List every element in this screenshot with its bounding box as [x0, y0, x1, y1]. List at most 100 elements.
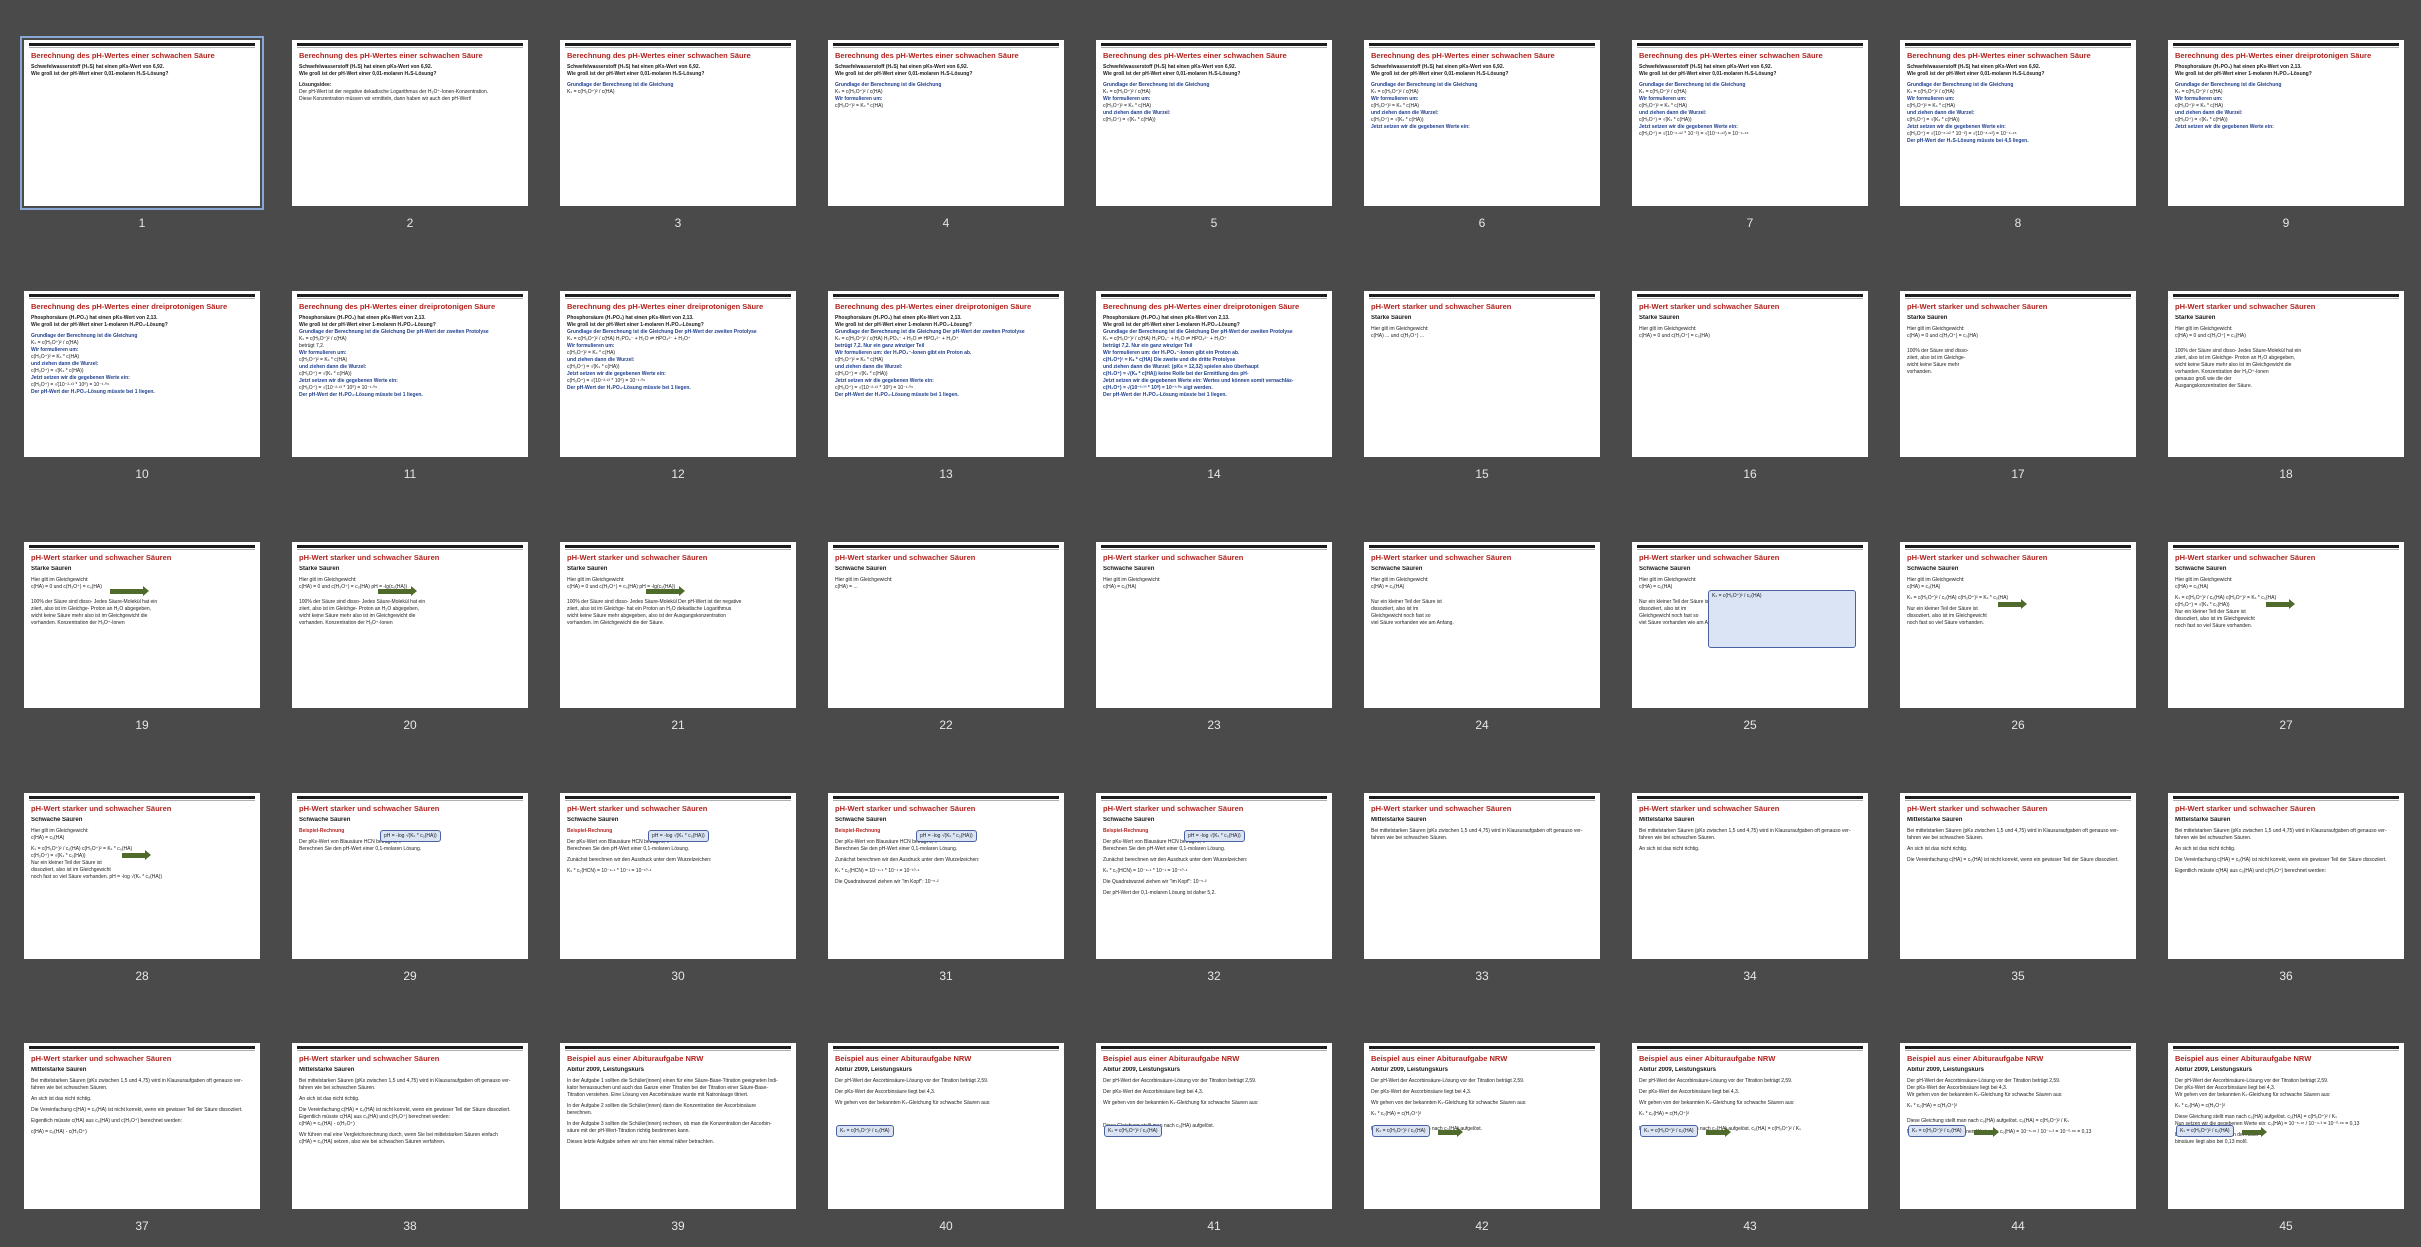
- slide-preview[interactable]: Beispiel aus einer Abituraufgabe NRW Abit…: [1632, 1043, 1868, 1209]
- slide-thumbnail-36[interactable]: pH-Wert starker und schwacher Säuren Mitt…: [2168, 793, 2404, 983]
- slide-thumbnail-23[interactable]: pH-Wert starker und schwacher Säuren Schw…: [1096, 542, 1332, 732]
- slide-text-line: Schwefelwasserstoff (H₂S) hat einen pKs-…: [1103, 64, 1236, 70]
- slide-text-line: Hier gilt im Gleichgewicht:: [1371, 577, 1429, 583]
- slide-text-line: Nur ein kleiner Teil der Säure ist: [31, 860, 102, 866]
- slide-preview[interactable]: Beispiel aus einer Abituraufgabe NRW Abit…: [1900, 1043, 2136, 1209]
- slide-thumbnail-44[interactable]: Beispiel aus einer Abituraufgabe NRW Abit…: [1900, 1043, 2136, 1233]
- slide-preview[interactable]: Berechnung des pH-Wertes einer schwachen…: [20, 36, 264, 210]
- slide-thumbnail-33[interactable]: pH-Wert starker und schwacher Säuren Mitt…: [1364, 793, 1600, 983]
- slide-thumbnail-41[interactable]: Beispiel aus einer Abituraufgabe NRW Abit…: [1096, 1043, 1332, 1233]
- slide-thumbnail-12[interactable]: Berechnung des pH-Wertes einer dreiproto…: [560, 291, 796, 481]
- slide-preview[interactable]: pH-Wert starker und schwacher Säuren Mitt…: [2168, 793, 2404, 959]
- slide-thumbnail-26[interactable]: pH-Wert starker und schwacher Säuren Schw…: [1900, 542, 2136, 732]
- slide-thumbnail-38[interactable]: pH-Wert starker und schwacher Säuren Mitt…: [292, 1043, 528, 1233]
- slide-preview[interactable]: pH-Wert starker und schwacher Säuren Star…: [2168, 291, 2404, 457]
- slide-preview[interactable]: Berechnung des pH-Wertes einer schwachen…: [1632, 40, 1868, 206]
- slide-preview[interactable]: pH-Wert starker und schwacher Säuren Schw…: [1096, 542, 1332, 708]
- slide-preview[interactable]: Berechnung des pH-Wertes einer schwachen…: [292, 40, 528, 206]
- slide-preview[interactable]: pH-Wert starker und schwacher Säuren Schw…: [1632, 542, 1868, 708]
- slide-preview[interactable]: Berechnung des pH-Wertes einer dreiproto…: [2168, 40, 2404, 206]
- slide-thumbnail-37[interactable]: pH-Wert starker und schwacher Säuren Mitt…: [24, 1043, 260, 1233]
- slide-preview[interactable]: Berechnung des pH-Wertes einer dreiproto…: [292, 291, 528, 457]
- slide-thumbnail-8[interactable]: Berechnung des pH-Wertes einer schwachen…: [1900, 40, 2136, 230]
- slide-text-line: Grundlage der Berechnung ist die Gleichu…: [299, 329, 489, 335]
- slide-text-line: Kₛ = c(H₃O⁺)² / c(HA) H₂PO₄⁻ + H₂O ⇌ HPO…: [1103, 336, 1227, 342]
- slide-thumbnail-31[interactable]: pH-Wert starker und schwacher Säuren Schw…: [828, 793, 1064, 983]
- slide-preview[interactable]: Berechnung des pH-Wertes einer dreiproto…: [24, 291, 260, 457]
- slide-preview[interactable]: pH-Wert starker und schwacher Säuren Mitt…: [1632, 793, 1868, 959]
- slide-preview[interactable]: Berechnung des pH-Wertes einer dreiproto…: [560, 291, 796, 457]
- slide-thumbnail-9[interactable]: Berechnung des pH-Wertes einer dreiproto…: [2168, 40, 2404, 230]
- slide-thumbnail-28[interactable]: pH-Wert starker und schwacher Säuren Schw…: [24, 793, 260, 983]
- slide-thumbnail-10[interactable]: Berechnung des pH-Wertes einer dreiproto…: [24, 291, 260, 481]
- slide-thumbnail-6[interactable]: Berechnung des pH-Wertes einer schwachen…: [1364, 40, 1600, 230]
- slide-thumbnail-39[interactable]: Beispiel aus einer Abituraufgabe NRW Abit…: [560, 1043, 796, 1233]
- slide-thumbnail-18[interactable]: pH-Wert starker und schwacher Säuren Star…: [2168, 291, 2404, 481]
- slide-thumbnail-17[interactable]: pH-Wert starker und schwacher Säuren Star…: [1900, 291, 2136, 481]
- slide-thumbnail-20[interactable]: pH-Wert starker und schwacher Säuren Star…: [292, 542, 528, 732]
- slide-thumbnail-11[interactable]: Berechnung des pH-Wertes einer dreiproto…: [292, 291, 528, 481]
- slide-thumbnail-24[interactable]: pH-Wert starker und schwacher Säuren Schw…: [1364, 542, 1600, 732]
- slide-thumbnail-13[interactable]: Berechnung des pH-Wertes einer dreiproto…: [828, 291, 1064, 481]
- slide-thumbnail-14[interactable]: Berechnung des pH-Wertes einer dreiproto…: [1096, 291, 1332, 481]
- arrow-icon: [2242, 1127, 2267, 1137]
- slide-text-line: Der pH-Wert der Ascorbinsäure-Lösung vor…: [835, 1078, 989, 1084]
- slide-preview[interactable]: pH-Wert starker und schwacher Säuren Star…: [292, 542, 528, 708]
- slide-preview[interactable]: pH-Wert starker und schwacher Säuren Star…: [1900, 291, 2136, 457]
- slide-preview[interactable]: pH-Wert starker und schwacher Säuren Schw…: [292, 793, 528, 959]
- slide-preview[interactable]: pH-Wert starker und schwacher Säuren Schw…: [1900, 542, 2136, 708]
- slide-preview[interactable]: pH-Wert starker und schwacher Säuren Mitt…: [1900, 793, 2136, 959]
- slide-thumbnail-1[interactable]: Berechnung des pH-Wertes einer schwachen…: [20, 36, 264, 230]
- slide-preview[interactable]: Beispiel aus einer Abituraufgabe NRW Abit…: [1364, 1043, 1600, 1209]
- slide-preview[interactable]: pH-Wert starker und schwacher Säuren Schw…: [1364, 542, 1600, 708]
- slide-thumbnail-22[interactable]: pH-Wert starker und schwacher Säuren Schw…: [828, 542, 1064, 732]
- slide-text-line: Schwache Säuren: [1103, 817, 1155, 823]
- slide-preview[interactable]: Berechnung des pH-Wertes einer schwachen…: [1364, 40, 1600, 206]
- slide-preview[interactable]: pH-Wert starker und schwacher Säuren Mitt…: [292, 1043, 528, 1209]
- slide-preview[interactable]: Berechnung des pH-Wertes einer dreiproto…: [1096, 291, 1332, 457]
- slide-thumbnail-30[interactable]: pH-Wert starker und schwacher Säuren Schw…: [560, 793, 796, 983]
- slide-thumbnail-16[interactable]: pH-Wert starker und schwacher Säuren Star…: [1632, 291, 1868, 481]
- slide-text-line: Nur ein kleiner Teil der Säure ist: [1371, 599, 1442, 605]
- slide-preview[interactable]: Berechnung des pH-Wertes einer schwachen…: [1900, 40, 2136, 206]
- slide-preview[interactable]: pH-Wert starker und schwacher Säuren Schw…: [24, 793, 260, 959]
- slide-thumbnail-40[interactable]: Beispiel aus einer Abituraufgabe NRW Abit…: [828, 1043, 1064, 1233]
- slide-preview[interactable]: pH-Wert starker und schwacher Säuren Schw…: [1096, 793, 1332, 959]
- slide-preview[interactable]: Berechnung des pH-Wertes einer dreiproto…: [828, 291, 1064, 457]
- slide-thumbnail-35[interactable]: pH-Wert starker und schwacher Säuren Mitt…: [1900, 793, 2136, 983]
- slide-preview[interactable]: pH-Wert starker und schwacher Säuren Mitt…: [1364, 793, 1600, 959]
- slide-preview[interactable]: pH-Wert starker und schwacher Säuren Schw…: [2168, 542, 2404, 708]
- slide-thumbnail-4[interactable]: Berechnung des pH-Wertes einer schwachen…: [828, 40, 1064, 230]
- slide-preview[interactable]: Berechnung des pH-Wertes einer schwachen…: [560, 40, 796, 206]
- slide-preview[interactable]: pH-Wert starker und schwacher Säuren Star…: [24, 542, 260, 708]
- slide-thumbnail-3[interactable]: Berechnung des pH-Wertes einer schwachen…: [560, 40, 796, 230]
- slide-thumbnail-32[interactable]: pH-Wert starker und schwacher Säuren Schw…: [1096, 793, 1332, 983]
- slide-preview[interactable]: pH-Wert starker und schwacher Säuren Star…: [560, 542, 796, 708]
- slide-header-line: [297, 298, 523, 299]
- slide-thumbnail-25[interactable]: pH-Wert starker und schwacher Säuren Schw…: [1632, 542, 1868, 732]
- slide-thumbnail-45[interactable]: Beispiel aus einer Abituraufgabe NRW Abit…: [2168, 1043, 2404, 1233]
- slide-preview[interactable]: pH-Wert starker und schwacher Säuren Schw…: [560, 793, 796, 959]
- slide-preview[interactable]: pH-Wert starker und schwacher Säuren Mitt…: [24, 1043, 260, 1209]
- slide-preview[interactable]: pH-Wert starker und schwacher Säuren Schw…: [828, 542, 1064, 708]
- slide-thumbnail-29[interactable]: pH-Wert starker und schwacher Säuren Schw…: [292, 793, 528, 983]
- slide-preview[interactable]: Beispiel aus einer Abituraufgabe NRW Abit…: [2168, 1043, 2404, 1209]
- slide-thumbnail-43[interactable]: Beispiel aus einer Abituraufgabe NRW Abit…: [1632, 1043, 1868, 1233]
- slide-preview[interactable]: Beispiel aus einer Abituraufgabe NRW Abit…: [560, 1043, 796, 1209]
- slide-thumbnail-42[interactable]: Beispiel aus einer Abituraufgabe NRW Abit…: [1364, 1043, 1600, 1233]
- slide-thumbnail-7[interactable]: Berechnung des pH-Wertes einer schwachen…: [1632, 40, 1868, 230]
- slide-thumbnail-5[interactable]: Berechnung des pH-Wertes einer schwachen…: [1096, 40, 1332, 230]
- slide-preview[interactable]: pH-Wert starker und schwacher Säuren Star…: [1632, 291, 1868, 457]
- slide-thumbnail-21[interactable]: pH-Wert starker und schwacher Säuren Star…: [560, 542, 796, 732]
- slide-preview[interactable]: pH-Wert starker und schwacher Säuren Schw…: [828, 793, 1064, 959]
- slide-thumbnail-27[interactable]: pH-Wert starker und schwacher Säuren Schw…: [2168, 542, 2404, 732]
- slide-thumbnail-2[interactable]: Berechnung des pH-Wertes einer schwachen…: [292, 40, 528, 230]
- slide-thumbnail-34[interactable]: pH-Wert starker und schwacher Säuren Mitt…: [1632, 793, 1868, 983]
- slide-preview[interactable]: Berechnung des pH-Wertes einer schwachen…: [1096, 40, 1332, 206]
- slide-preview[interactable]: Berechnung des pH-Wertes einer schwachen…: [828, 40, 1064, 206]
- slide-preview[interactable]: Beispiel aus einer Abituraufgabe NRW Abit…: [828, 1043, 1064, 1209]
- slide-preview[interactable]: Beispiel aus einer Abituraufgabe NRW Abit…: [1096, 1043, 1332, 1209]
- slide-thumbnail-15[interactable]: pH-Wert starker und schwacher Säuren Star…: [1364, 291, 1600, 481]
- slide-thumbnail-19[interactable]: pH-Wert starker und schwacher Säuren Star…: [24, 542, 260, 732]
- slide-preview[interactable]: pH-Wert starker und schwacher Säuren Star…: [1364, 291, 1600, 457]
